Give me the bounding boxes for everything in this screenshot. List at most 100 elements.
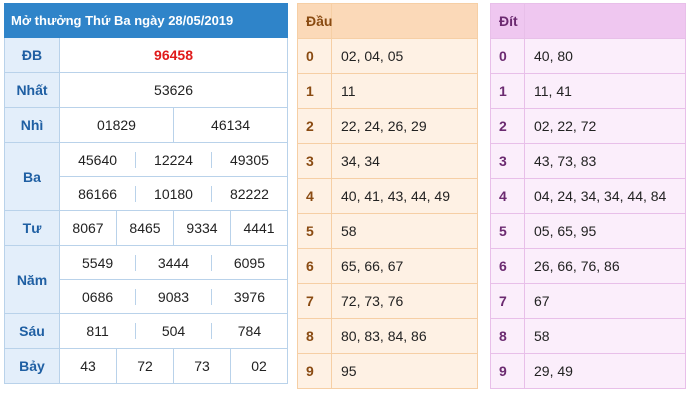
tail-row: 0 40, 80 bbox=[490, 38, 686, 74]
tail-row: 5 05, 65, 95 bbox=[490, 213, 686, 249]
head-row: 4 40, 41, 43, 44, 49 bbox=[297, 178, 478, 214]
tail-digit: 0 bbox=[490, 38, 525, 74]
tail-digit: 4 bbox=[490, 178, 525, 214]
tail-table: Đít 0 40, 80 1 11, 41 2 02, 22, 72 3 43, 73,… bbox=[490, 3, 686, 389]
tail-values: 29, 49 bbox=[524, 353, 686, 389]
prize-value: 9083 bbox=[135, 288, 212, 305]
results-title: Mở thưởng Thứ Ba ngày 28/05/2019 bbox=[3, 3, 289, 38]
head-values: 58 bbox=[331, 213, 478, 249]
head-values: 95 bbox=[331, 353, 478, 389]
prize-group: 0686 9083 3976 bbox=[58, 279, 289, 314]
tail-digit: 3 bbox=[490, 143, 525, 179]
prize-label-nhi: Nhì bbox=[4, 107, 60, 143]
prize-value: 784 bbox=[237, 323, 262, 339]
tail-row: 1 11, 41 bbox=[490, 73, 686, 109]
tail-values: 26, 66, 76, 86 bbox=[524, 248, 686, 284]
prize-group: 45640 12224 49305 bbox=[58, 142, 289, 177]
head-header: Đầu bbox=[297, 3, 332, 39]
prize-group: 811 504 784 bbox=[58, 313, 289, 349]
tail-digit: 2 bbox=[490, 108, 525, 144]
prize-label-nam: Năm bbox=[4, 245, 60, 314]
prize-label-ba: Ba bbox=[4, 142, 60, 211]
tail-digit: 1 bbox=[490, 73, 525, 109]
prize-row-bay: Bảy 43 72 73 02 bbox=[4, 348, 289, 384]
prize-value: 9334 bbox=[173, 210, 231, 246]
tail-values: 04, 24, 34, 34, 44, 84 bbox=[524, 178, 686, 214]
prize-value: 6095 bbox=[233, 254, 266, 271]
prize-row-nhi: Nhì 01829 46134 bbox=[4, 107, 289, 143]
prize-value-db: 96458 bbox=[58, 37, 289, 73]
tail-header: Đít bbox=[490, 3, 525, 39]
head-digit: 3 bbox=[297, 143, 332, 179]
head-digit: 5 bbox=[297, 213, 332, 249]
prize-subtable: 811 504 784 bbox=[60, 323, 287, 339]
prize-row-nam: Năm 5549 3444 6095 bbox=[4, 245, 289, 314]
tail-values: 05, 65, 95 bbox=[524, 213, 686, 249]
results-table: Mở thưởng Thứ Ba ngày 28/05/2019 ĐB 9645… bbox=[3, 3, 289, 384]
head-digit: 9 bbox=[297, 353, 332, 389]
head-values: 40, 41, 43, 44, 49 bbox=[331, 178, 478, 214]
tail-row: 7 67 bbox=[490, 283, 686, 319]
tail-values: 58 bbox=[524, 318, 686, 354]
prize-value: 86166 bbox=[60, 185, 137, 202]
tail-digit: 6 bbox=[490, 248, 525, 284]
prize-row-tu: Tư 8067 8465 9334 4441 bbox=[4, 210, 289, 246]
head-row: 9 95 bbox=[297, 353, 478, 389]
prize-row-nhat: Nhất 53626 bbox=[4, 72, 289, 108]
head-digit: 2 bbox=[297, 108, 332, 144]
tail-row: 9 29, 49 bbox=[490, 353, 686, 389]
prize-label-db: ĐB bbox=[4, 37, 60, 73]
tail-row: 6 26, 66, 76, 86 bbox=[490, 248, 686, 284]
tail-values: 02, 22, 72 bbox=[524, 108, 686, 144]
head-row: 0 02, 04, 05 bbox=[297, 38, 478, 74]
head-values: 11 bbox=[331, 73, 478, 109]
tail-values: 43, 73, 83 bbox=[524, 143, 686, 179]
head-digit: 4 bbox=[297, 178, 332, 214]
prize-row-db: ĐB 96458 bbox=[4, 37, 289, 73]
tail-values: 11, 41 bbox=[524, 73, 686, 109]
head-row: 3 34, 34 bbox=[297, 143, 478, 179]
prize-subtable: 86166 10180 82222 bbox=[60, 185, 287, 202]
tail-digit: 9 bbox=[490, 353, 525, 389]
prize-group: 5549 3444 6095 bbox=[58, 245, 289, 280]
prize-value: 46134 bbox=[172, 107, 289, 143]
head-values: 80, 83, 84, 86 bbox=[331, 318, 478, 354]
prize-value: 0686 bbox=[60, 288, 137, 305]
prize-value: 811 bbox=[60, 323, 137, 339]
tail-header-blank bbox=[524, 3, 686, 39]
prize-subtable: 45640 12224 49305 bbox=[60, 151, 287, 168]
tail-row: 8 58 bbox=[490, 318, 686, 354]
prize-value: 45640 bbox=[60, 151, 137, 168]
prize-value: 10180 bbox=[135, 185, 212, 202]
head-values: 22, 24, 26, 29 bbox=[331, 108, 478, 144]
prize-row-ba: Ba 45640 12224 49305 bbox=[4, 142, 289, 211]
prize-value: 02 bbox=[229, 348, 289, 384]
head-digit: 8 bbox=[297, 318, 332, 354]
tail-row: 3 43, 73, 83 bbox=[490, 143, 686, 179]
prize-value: 4441 bbox=[229, 210, 289, 246]
prize-label-tu: Tư bbox=[4, 210, 60, 246]
tail-values: 67 bbox=[524, 283, 686, 319]
prize-value: 72 bbox=[116, 348, 174, 384]
tail-digit: 8 bbox=[490, 318, 525, 354]
prize-group: 86166 10180 82222 bbox=[58, 176, 289, 211]
tail-values: 40, 80 bbox=[524, 38, 686, 74]
tail-row: 2 02, 22, 72 bbox=[490, 108, 686, 144]
head-header-blank bbox=[331, 3, 478, 39]
prize-value: 01829 bbox=[59, 107, 174, 143]
prize-label-bay: Bảy bbox=[4, 348, 60, 384]
head-row: 6 65, 66, 67 bbox=[297, 248, 478, 284]
prize-value: 12224 bbox=[135, 151, 212, 168]
head-row: 2 22, 24, 26, 29 bbox=[297, 108, 478, 144]
title-row: Mở thưởng Thứ Ba ngày 28/05/2019 bbox=[3, 3, 289, 38]
prize-value: 73 bbox=[173, 348, 231, 384]
prize-subtable: 5549 3444 6095 bbox=[60, 254, 287, 271]
head-row: 7 72, 73, 76 bbox=[297, 283, 478, 319]
tail-digit: 7 bbox=[490, 283, 525, 319]
head-values: 02, 04, 05 bbox=[331, 38, 478, 74]
head-row: 1 11 bbox=[297, 73, 478, 109]
prize-value: 43 bbox=[59, 348, 117, 384]
head-values: 72, 73, 76 bbox=[331, 283, 478, 319]
prize-value: 8067 bbox=[59, 210, 117, 246]
head-digit: 6 bbox=[297, 248, 332, 284]
